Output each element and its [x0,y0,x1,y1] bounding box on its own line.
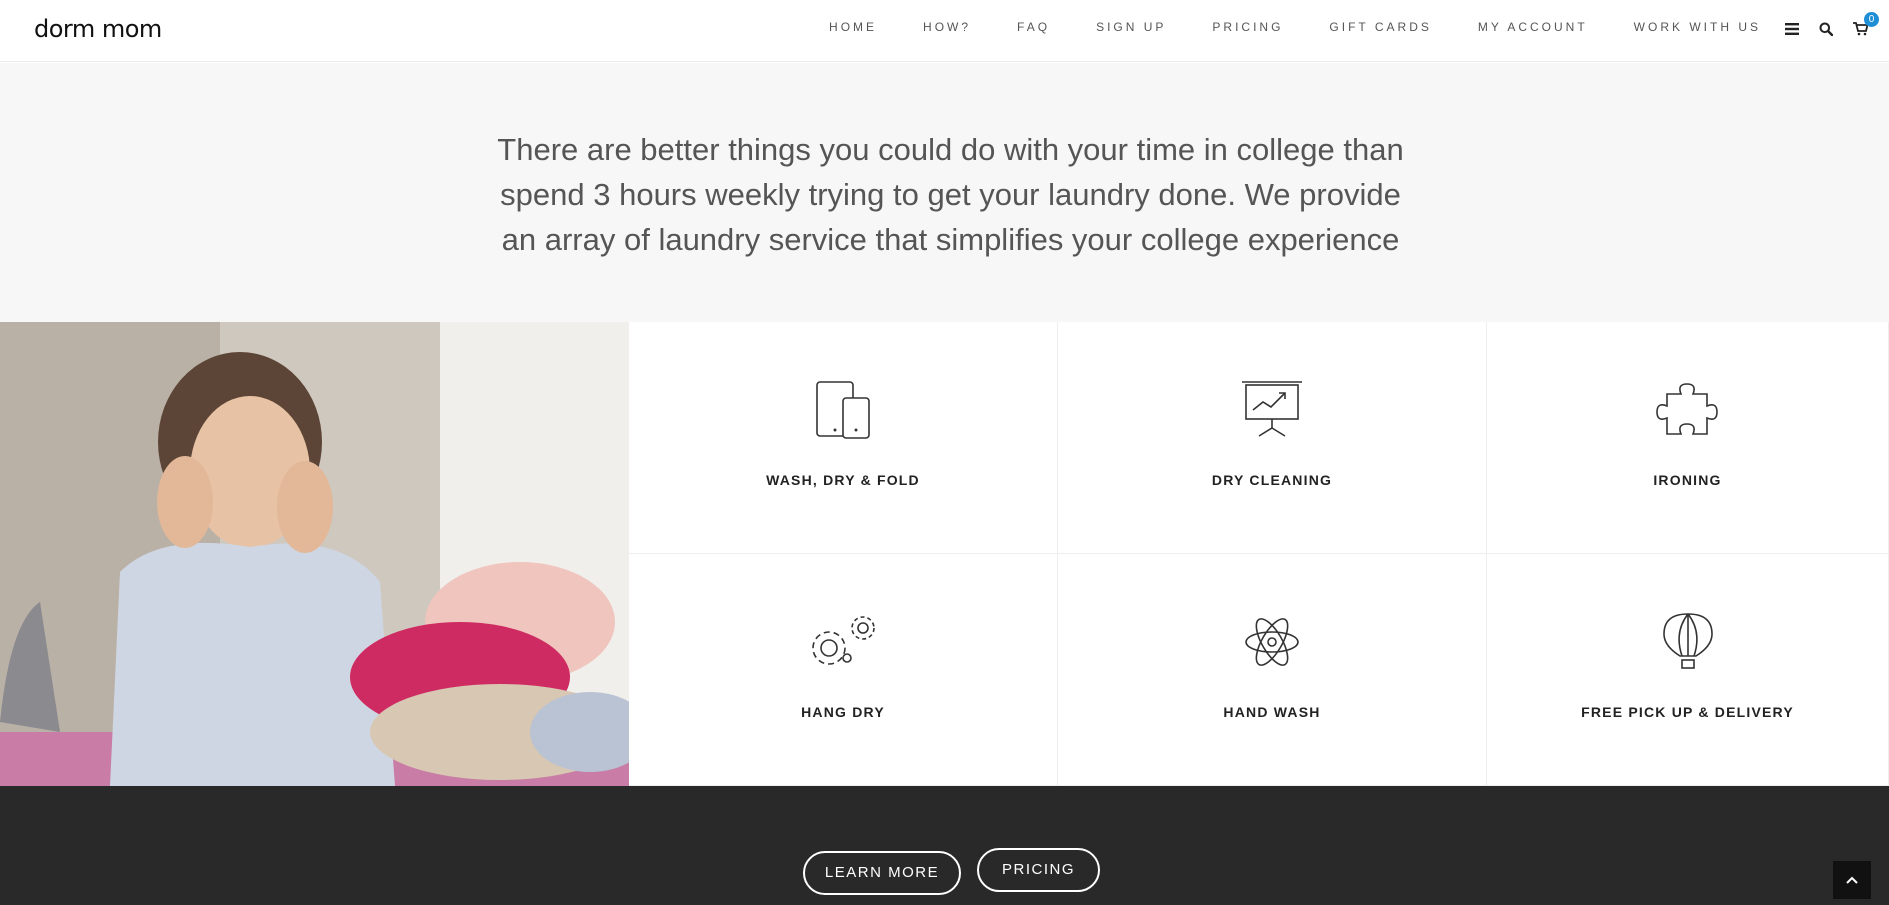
nav-how[interactable]: HOW? [923,20,971,34]
cta-band: LEARN MORE PRICING [0,786,1889,905]
intro-text: There are better things you could do wit… [497,132,1404,257]
learn-more-button[interactable]: LEARN MORE [803,851,961,895]
pricing-button[interactable]: PRICING [977,848,1100,892]
site-header: dorm mom HOME HOW? FAQ SIGN UP PRICING G… [0,0,1889,62]
service-label: HANG DRY [801,704,885,720]
cart-count-badge: 0 [1864,12,1879,27]
intro-section: There are better things you could do wit… [0,63,1889,322]
service-ironing: IRONING [1487,322,1889,554]
nav-home[interactable]: HOME [829,20,877,34]
nav-faq[interactable]: FAQ [1017,20,1050,34]
main-nav: HOME HOW? FAQ SIGN UP PRICING GIFT CARDS… [829,20,1761,34]
woman-laundry-photo [0,322,629,786]
service-dry-cleaning: DRY CLEANING [1058,322,1487,554]
service-free-pickup-delivery: FREE PICK UP & DELIVERY [1487,554,1889,786]
cart-icon[interactable]: 0 [1849,12,1879,40]
service-label: HAND WASH [1223,704,1321,720]
header-icons: 0 [1769,12,1879,40]
service-label: DRY CLEANING [1211,472,1333,488]
puzzle-piece-icon [1655,383,1718,435]
nav-work-with-us[interactable]: WORK WITH US [1634,20,1761,34]
hot-air-balloon-icon [1662,613,1713,669]
presentation-chart-icon [1242,381,1302,437]
nav-sign-up[interactable]: SIGN UP [1096,20,1166,34]
scroll-to-top-button[interactable] [1833,861,1871,899]
service-wash-dry-fold: WASH, DRY & FOLD [629,322,1058,554]
services-grid: WASH, DRY & FOLD DRY CLEANING IRONING HA… [629,322,1889,786]
site-logo[interactable]: dorm mom [34,15,162,43]
atom-icon [1245,618,1299,666]
gears-icon [812,616,875,665]
service-hang-dry: HANG DRY [629,554,1058,786]
search-icon[interactable] [1815,18,1837,40]
nav-my-account[interactable]: MY ACCOUNT [1478,20,1588,34]
nav-pricing[interactable]: PRICING [1212,20,1283,34]
service-label: IRONING [1653,472,1722,488]
menu-icon[interactable] [1781,18,1803,40]
service-label: FREE PICK UP & DELIVERY [1581,704,1794,720]
nav-gift-cards[interactable]: GIFT CARDS [1329,20,1431,34]
service-hand-wash: HAND WASH [1058,554,1487,786]
chevron-up-icon [1846,876,1858,884]
devices-icon [816,381,870,439]
service-label: WASH, DRY & FOLD [766,472,920,488]
